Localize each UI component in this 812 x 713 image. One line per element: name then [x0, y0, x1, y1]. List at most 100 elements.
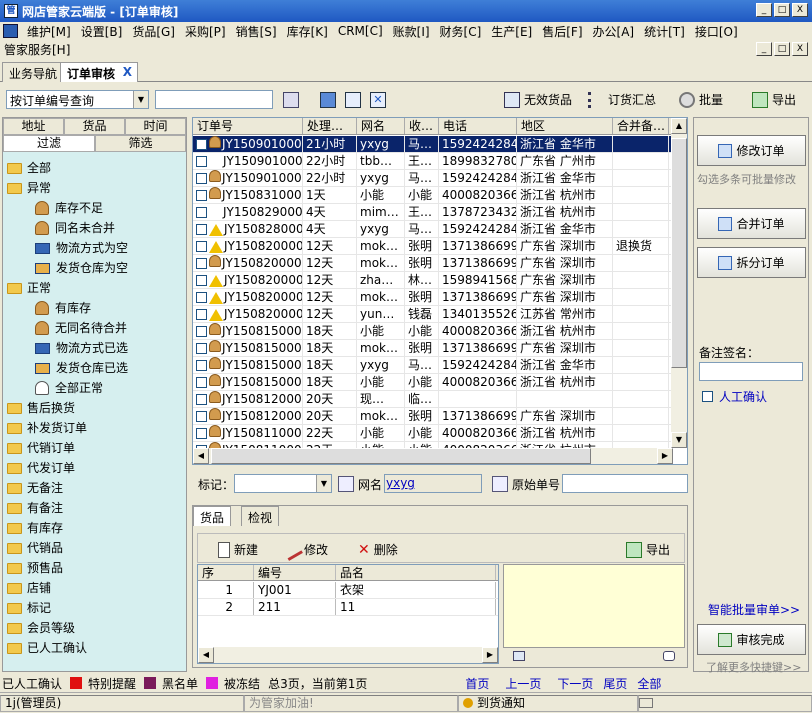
row-checkbox[interactable]: [196, 190, 207, 201]
grid-horizontal-scrollbar[interactable]: ◀ ▶: [193, 448, 673, 464]
grid-col-header[interactable]: 处理…: [303, 118, 357, 134]
row-checkbox[interactable]: [196, 292, 207, 303]
menu-item-6[interactable]: CRM[C]: [333, 24, 388, 38]
tree-item[interactable]: 有备注: [7, 498, 183, 518]
table-row[interactable]: JY150901000122小时yxyg马…15924242844浙江省 金华市: [193, 170, 673, 187]
search-input[interactable]: [155, 90, 273, 109]
clear-icon[interactable]: ✕: [370, 92, 386, 108]
tree-item[interactable]: 异常: [7, 178, 183, 198]
menu-item-13[interactable]: 接口[O]: [690, 23, 743, 40]
menu-item-8[interactable]: 财务[C]: [435, 23, 487, 40]
tab-goods[interactable]: 货品: [64, 118, 125, 135]
table-row[interactable]: JY150901000222小时tbb…王…18998327801广东省 广州市: [193, 153, 673, 170]
tree-item[interactable]: 全部正常: [7, 378, 183, 398]
arrival-notice[interactable]: 到货通知: [458, 694, 638, 712]
merge-order-button[interactable]: 合并订单: [697, 208, 806, 239]
tree-item[interactable]: 有库存: [7, 518, 183, 538]
row-checkbox[interactable]: [196, 360, 207, 371]
table-row[interactable]: JY15082800034天yxyg马…15924242844浙江省 金华市: [193, 221, 673, 238]
note-area[interactable]: [503, 564, 685, 648]
row-checkbox[interactable]: [196, 139, 207, 150]
tree-item[interactable]: 发货仓库为空: [7, 258, 183, 278]
first-page-link[interactable]: 首页: [465, 675, 489, 692]
table-row[interactable]: JY1508150001 18天 小能 小能 4000820366 浙江省 杭州市: [193, 374, 673, 391]
tree-item[interactable]: 预售品: [7, 558, 183, 578]
prev-page-link[interactable]: 上一页: [505, 675, 541, 692]
row-checkbox[interactable]: [196, 411, 207, 422]
row-checkbox[interactable]: [196, 207, 207, 218]
invalid-goods-button[interactable]: 无效货品: [504, 91, 572, 108]
row-checkbox[interactable]: [196, 377, 207, 388]
grid-col-header[interactable]: 合并备…: [613, 118, 669, 134]
all-page-link[interactable]: 全部: [637, 675, 661, 692]
menu-item-service[interactable]: 管家服务[H]: [4, 41, 70, 58]
scroll-right-icon[interactable]: ▶: [657, 448, 673, 464]
audit-done-button[interactable]: 审核完成: [697, 624, 806, 655]
grid-col-header[interactable]: 收…: [405, 118, 439, 134]
table-row[interactable]: JY150815000218天yxyg马…15924242844浙江省 金华市: [193, 357, 673, 374]
tab-order-audit[interactable]: 订单审核 X: [60, 62, 139, 82]
tree-item[interactable]: 标记: [7, 598, 183, 618]
tree-item[interactable]: 店铺: [7, 578, 183, 598]
last-page-link[interactable]: 尾页: [603, 675, 627, 692]
export-button[interactable]: 导出: [752, 91, 796, 108]
search-field-select[interactable]: 按订单编号查询 ▼: [6, 90, 149, 109]
table-row[interactable]: JY1508120006 20天 现… 临…: [193, 391, 673, 408]
row-checkbox[interactable]: [196, 156, 207, 167]
maximize-button[interactable]: □: [774, 3, 790, 17]
batch-button[interactable]: 批量: [679, 91, 723, 108]
mdi-close-button[interactable]: X: [792, 42, 808, 56]
modify-order-button[interactable]: 修改订单: [697, 135, 806, 166]
menu-item-3[interactable]: 采购[P]: [180, 23, 231, 40]
table-row[interactable]: JY150820000512天mok…张明13713866990广东省 深圳市: [193, 255, 673, 272]
detail-delete-button[interactable]: ✕ 删除: [358, 541, 398, 558]
row-checkbox[interactable]: [196, 224, 207, 235]
detail-export-button[interactable]: 导出: [626, 541, 670, 558]
goods-row[interactable]: 2 211 11: [198, 599, 498, 616]
table-row[interactable]: JY150820000312天mok…张明13713866990广东省 深圳市: [193, 289, 673, 306]
scroll-thumb[interactable]: [671, 138, 687, 368]
menu-item-0[interactable]: 维护[M]: [22, 23, 76, 40]
menu-item-11[interactable]: 办公[A]: [588, 23, 640, 40]
tab-business-nav[interactable]: 业务导航: [2, 62, 65, 82]
mark-select[interactable]: ▼: [234, 474, 332, 493]
row-checkbox[interactable]: [196, 309, 207, 320]
mail-cell[interactable]: [638, 694, 812, 712]
table-row[interactable]: JY150901000321小时yxyg马…15924242844浙江省 金华市: [193, 136, 673, 153]
checkbox-icon[interactable]: [702, 391, 713, 402]
tree-item[interactable]: 无备注: [7, 478, 183, 498]
menu-item-9[interactable]: 生产[E]: [486, 23, 537, 40]
menu-item-10[interactable]: 售后[F]: [537, 23, 587, 40]
scroll-left-icon[interactable]: ◀: [193, 448, 209, 464]
order-summary-button[interactable]: 订货汇总: [588, 91, 656, 108]
mdi-restore-button[interactable]: □: [774, 42, 790, 56]
tree-item[interactable]: 物流方式已选: [7, 338, 183, 358]
menu-item-7[interactable]: 账款[I]: [388, 23, 435, 40]
scroll-down-icon[interactable]: ▼: [671, 432, 687, 448]
table-row[interactable]: JY15082900014天mim…王…13787234327浙江省 杭州市: [193, 204, 673, 221]
tab-filter[interactable]: 过滤: [3, 135, 95, 152]
tree-item[interactable]: 代发订单: [7, 458, 183, 478]
tree-item[interactable]: 正常: [7, 278, 183, 298]
table-row[interactable]: JY150820000112天yun…钱磊13401355262江苏省 常州市: [193, 306, 673, 323]
add-note-icon[interactable]: [513, 651, 525, 661]
tab-screen[interactable]: 筛选: [95, 135, 186, 152]
table-row[interactable]: JY1508110003 22天 小能 小能 4000820366 浙江省 杭州市: [193, 425, 673, 442]
tree-item[interactable]: 库存不足: [7, 198, 183, 218]
menu-item-1[interactable]: 设置[B]: [76, 23, 128, 40]
tree-item[interactable]: 同名未合并: [7, 218, 183, 238]
tree-item[interactable]: 有库存: [7, 298, 183, 318]
goods-hscroll[interactable]: ◀ ▶: [198, 647, 498, 663]
menu-item-5[interactable]: 库存[K]: [282, 23, 333, 40]
scroll-left-icon[interactable]: ◀: [198, 647, 214, 663]
smart-batch-link[interactable]: 智能批量审单>>: [708, 601, 800, 618]
tab-address[interactable]: 地址: [3, 118, 64, 135]
orig-order-input[interactable]: [562, 474, 688, 493]
table-row[interactable]: JY150815000318天mok…张明13713866990广东省 深圳市: [193, 340, 673, 357]
filter-icon[interactable]: [320, 92, 336, 108]
row-checkbox[interactable]: [196, 241, 207, 252]
table-row[interactable]: JY150820000612天mok…张明13713866990广东省 深圳市退…: [193, 238, 673, 255]
grid-col-header[interactable]: 电话: [439, 118, 517, 134]
row-checkbox[interactable]: [196, 258, 207, 269]
tree-item[interactable]: 发货仓库已选: [7, 358, 183, 378]
